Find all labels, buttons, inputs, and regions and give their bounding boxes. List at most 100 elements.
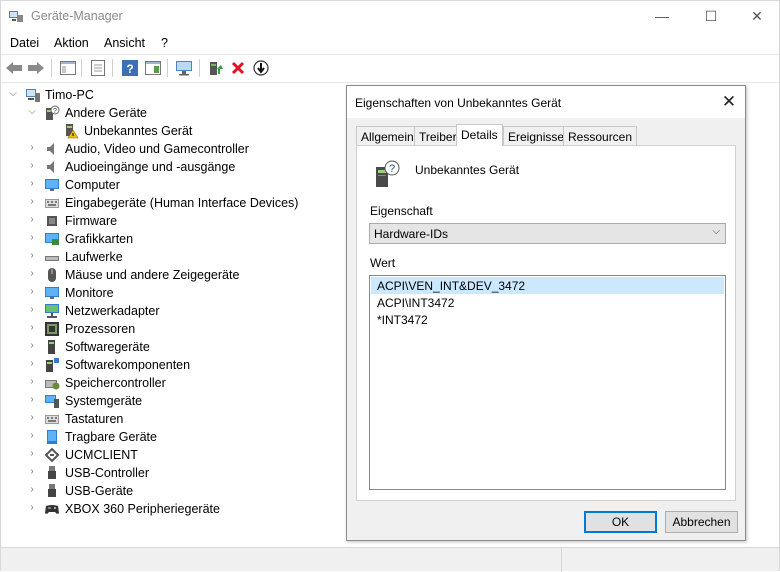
chevron-right-icon[interactable]: › xyxy=(27,448,37,460)
update-driver-icon[interactable] xyxy=(206,59,224,77)
chevron-right-icon[interactable]: › xyxy=(27,178,37,190)
menu-ansicht[interactable]: Ansicht xyxy=(104,36,145,50)
tab-treiber[interactable]: Treiber xyxy=(414,126,462,145)
chevron-right-icon[interactable]: › xyxy=(27,196,37,208)
tree-root-label: Timo-PC xyxy=(45,88,94,102)
chevron-right-icon[interactable]: › xyxy=(27,286,37,298)
properties-icon[interactable] xyxy=(89,59,107,77)
tab-ressourcen[interactable]: Ressourcen xyxy=(563,126,638,145)
details-panel: ? Unbekanntes Gerät Eigenschaft Hardware… xyxy=(356,145,736,501)
list-item[interactable]: ACPI\VEN_INT&DEV_3472 xyxy=(371,277,724,294)
chevron-right-icon[interactable]: › xyxy=(27,232,37,244)
chevron-right-icon[interactable]: › xyxy=(27,430,37,442)
list-item[interactable]: ACPI\INT3472 xyxy=(371,294,724,311)
tree-item-label: USB-Controller xyxy=(65,466,150,480)
tree-item-label: Firmware xyxy=(65,214,118,228)
forward-arrow-icon[interactable] xyxy=(27,59,45,77)
toolbar-separator xyxy=(81,59,82,77)
tab-details[interactable]: Details xyxy=(456,124,503,146)
chevron-right-icon[interactable]: › xyxy=(27,214,37,226)
tree-item-label: Softwarekomponenten xyxy=(65,358,191,372)
chevron-right-icon[interactable]: › xyxy=(27,412,37,424)
tree-item-label: Eingabegeräte (Human Interface Devices) xyxy=(65,196,299,210)
maximize-button[interactable]: ☐ xyxy=(688,1,734,31)
scan-hardware-icon[interactable] xyxy=(175,59,193,77)
network-adapter-icon xyxy=(45,304,59,318)
cancel-button[interactable]: Abbrechen xyxy=(665,511,738,533)
chevron-right-icon[interactable]: › xyxy=(27,358,37,370)
tree-item-category[interactable]: › Monitore xyxy=(1,284,346,302)
tree-item-category[interactable]: › Speichercontroller xyxy=(1,374,346,392)
tree-item-category[interactable]: › UCMCLIENT xyxy=(1,446,346,464)
value-listbox[interactable]: ACPI\VEN_INT&DEV_3472 ACPI\INT3472 *INT3… xyxy=(369,275,726,490)
tree-item-category[interactable]: › Firmware xyxy=(1,212,346,230)
chevron-down-icon[interactable]: ⌵ xyxy=(8,88,18,100)
chevron-right-icon[interactable]: › xyxy=(27,250,37,262)
dialog-title-bar: Eigenschaften von Unbekanntes Gerät ✕ xyxy=(347,86,745,118)
chevron-down-icon[interactable]: ⌵ xyxy=(27,106,37,118)
uninstall-icon[interactable] xyxy=(229,59,247,77)
tree-item-category[interactable]: › Softwarekomponenten xyxy=(1,356,346,374)
tree-item-category[interactable]: › Systemgeräte xyxy=(1,392,346,410)
tree-item-category[interactable]: › Audioeingänge und -ausgänge xyxy=(1,158,346,176)
tree-item-category[interactable]: › USB-Geräte xyxy=(1,482,346,500)
tree-item-category[interactable]: › Prozessoren xyxy=(1,320,346,338)
chevron-right-icon[interactable]: › xyxy=(27,340,37,352)
tree-item-andere-geraete[interactable]: ⌵ ? Andere Geräte xyxy=(1,104,346,122)
back-arrow-icon[interactable] xyxy=(5,59,23,77)
device-manager-window: Geräte-Manager — ☐ ✕ Datei Aktion Ansich… xyxy=(0,0,780,572)
portable-device-icon xyxy=(47,430,57,444)
tree-item-category[interactable]: › Tragbare Geräte xyxy=(1,428,346,446)
computer-icon xyxy=(26,89,40,102)
tree-item-category[interactable]: › Grafikkarten xyxy=(1,230,346,248)
tree-item-label: Systemgeräte xyxy=(65,394,143,408)
ucm-client-icon xyxy=(44,447,60,463)
action-pane-icon[interactable] xyxy=(144,59,162,77)
storage-controller-icon xyxy=(45,380,60,390)
disable-device-icon[interactable] xyxy=(252,59,270,77)
chevron-right-icon[interactable]: › xyxy=(27,394,37,406)
list-item[interactable]: *INT3472 xyxy=(371,311,724,328)
toolbar-divider xyxy=(1,82,779,83)
tree-item-label: UCMCLIENT xyxy=(65,448,138,462)
chevron-right-icon[interactable]: › xyxy=(27,502,37,514)
tree-item-category[interactable]: › XBOX 360 Peripheriegeräte xyxy=(1,500,346,518)
tree-item-category[interactable]: › Mäuse und andere Zeigegeräte xyxy=(1,266,346,284)
tree-item-category[interactable]: › Netzwerkadapter xyxy=(1,302,346,320)
tree-item-category[interactable]: › Laufwerke xyxy=(1,248,346,266)
chevron-right-icon[interactable]: › xyxy=(27,466,37,478)
show-hide-tree-icon[interactable] xyxy=(59,59,77,77)
chevron-right-icon[interactable]: › xyxy=(27,160,37,172)
tree-item-category[interactable]: › Audio, Video und Gamecontroller xyxy=(1,140,346,158)
chevron-right-icon[interactable]: › xyxy=(27,484,37,496)
value-label: Wert xyxy=(370,256,396,270)
ok-button[interactable]: OK xyxy=(584,511,657,533)
chevron-right-icon[interactable]: › xyxy=(27,376,37,388)
close-icon: ✕ xyxy=(751,7,763,24)
dialog-close-button[interactable]: ✕ xyxy=(719,92,739,112)
chevron-right-icon[interactable]: › xyxy=(27,142,37,154)
tab-allgemein[interactable]: Allgemein xyxy=(356,126,419,145)
tree-item-category[interactable]: › USB-Controller xyxy=(1,464,346,482)
minimize-button[interactable]: — xyxy=(639,1,685,31)
tree-item-unbekanntes-geraet[interactable]: Unbekanntes Gerät xyxy=(1,122,346,140)
usb-icon xyxy=(48,466,56,479)
chevron-right-icon[interactable]: › xyxy=(27,322,37,334)
help-icon[interactable]: ? xyxy=(121,59,139,77)
property-select[interactable]: Hardware-IDs ⌵ xyxy=(369,223,726,244)
menu-datei[interactable]: Datei xyxy=(10,36,39,50)
tree-root[interactable]: ⌵ Timo-PC xyxy=(1,86,346,104)
tab-ereignisse[interactable]: Ereignisse xyxy=(503,126,570,145)
tree-item-category[interactable]: › Tastaturen xyxy=(1,410,346,428)
menu-aktion[interactable]: Aktion xyxy=(54,36,89,50)
unknown-device-category-icon: ? xyxy=(46,105,60,120)
chevron-right-icon[interactable]: › xyxy=(27,304,37,316)
chevron-right-icon[interactable]: › xyxy=(27,268,37,280)
tree-item-category[interactable]: › Softwaregeräte xyxy=(1,338,346,356)
tree-item-label: Tragbare Geräte xyxy=(65,430,157,444)
minimize-icon: — xyxy=(655,8,669,24)
menu-help[interactable]: ? xyxy=(161,36,168,50)
close-button[interactable]: ✕ xyxy=(734,1,780,31)
tree-item-category[interactable]: › Eingabegeräte (Human Interface Devices… xyxy=(1,194,346,212)
tree-item-category[interactable]: › Computer xyxy=(1,176,346,194)
